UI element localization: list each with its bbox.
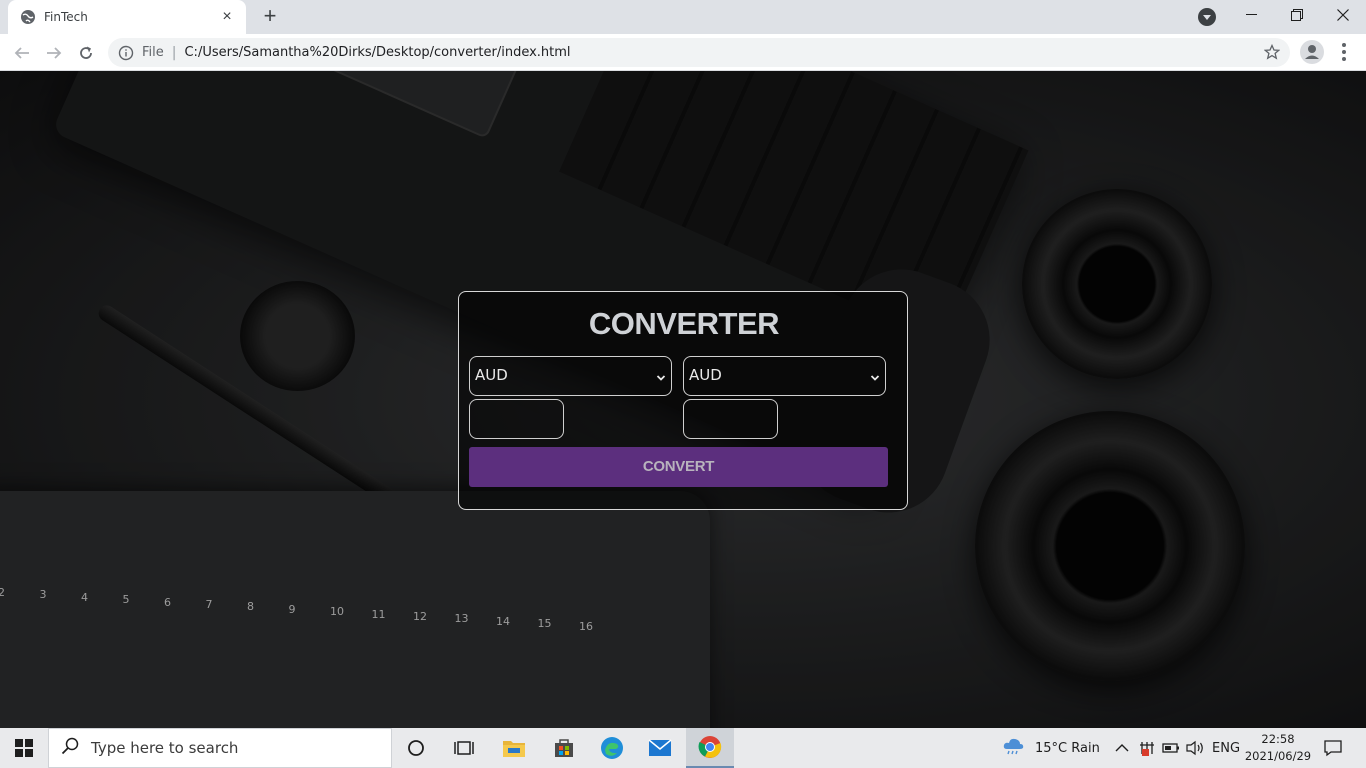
task-view-icon[interactable] xyxy=(440,728,488,768)
chrome-icon[interactable] xyxy=(686,728,734,768)
edge-icon[interactable] xyxy=(588,728,636,768)
show-hidden-icons-chevron-icon[interactable] xyxy=(1115,728,1129,768)
back-arrow-icon[interactable] xyxy=(9,40,35,66)
info-icon[interactable] xyxy=(118,45,134,61)
battery-icon[interactable] xyxy=(1162,728,1180,768)
weather-text: 15°C Rain xyxy=(1035,740,1100,756)
tab-search-icon[interactable] xyxy=(1198,8,1216,26)
new-tab-button[interactable]: + xyxy=(258,5,282,29)
taskbar-search-box[interactable]: Type here to search xyxy=(48,728,392,768)
search-icon xyxy=(61,737,79,760)
mail-icon[interactable] xyxy=(636,728,684,768)
address-url: C:/Users/Samantha%20Dirks/Desktop/conver… xyxy=(184,45,571,60)
profile-avatar-icon[interactable] xyxy=(1300,40,1324,64)
browser-toolbar: File | C:/Users/Samantha%20Dirks/Desktop… xyxy=(0,34,1366,71)
windows-taskbar: Type here to search 15°C Rain ENG 22:58 … xyxy=(0,728,1366,768)
taskbar-search-placeholder: Type here to search xyxy=(91,739,239,757)
notifications-icon[interactable] xyxy=(1324,728,1342,768)
reload-icon[interactable] xyxy=(73,40,99,66)
windows-start-icon[interactable] xyxy=(0,728,48,768)
to-amount-input[interactable] xyxy=(683,399,778,439)
from-currency-value: AUD xyxy=(475,366,508,384)
chevron-down-icon xyxy=(870,369,880,381)
tab-close-icon[interactable]: × xyxy=(218,8,236,26)
convert-button[interactable]: CONVERT xyxy=(469,447,888,487)
clock-date: 2021/06/29 xyxy=(1244,749,1312,763)
bookmark-star-icon[interactable] xyxy=(1263,43,1281,64)
browser-tabstrip: FinTech × + xyxy=(0,0,1366,34)
to-currency-value: AUD xyxy=(689,366,722,384)
volume-icon[interactable] xyxy=(1185,728,1205,768)
store-icon[interactable] xyxy=(540,728,588,768)
network-usb-icon[interactable] xyxy=(1138,728,1156,768)
to-currency-select[interactable]: AUD xyxy=(683,356,886,396)
minimize-icon[interactable] xyxy=(1228,0,1274,30)
from-currency-select[interactable]: AUD xyxy=(469,356,672,396)
forward-arrow-icon[interactable] xyxy=(41,40,67,66)
weather-widget[interactable]: 15°C Rain xyxy=(1002,728,1100,768)
converter-heading: CONVERTER xyxy=(588,306,780,341)
browser-tab[interactable]: FinTech × xyxy=(8,0,246,34)
globe-icon xyxy=(20,9,36,25)
browser-menu-icon[interactable] xyxy=(1336,40,1352,64)
address-scheme: File xyxy=(142,45,164,60)
window-close-icon[interactable] xyxy=(1320,0,1366,30)
address-separator: | xyxy=(171,44,177,61)
converter-card: CONVERTER AUD AUD CONVERT xyxy=(458,291,908,510)
tab-title: FinTech xyxy=(44,10,88,24)
cortana-icon[interactable] xyxy=(392,728,440,768)
file-explorer-icon[interactable] xyxy=(490,728,538,768)
page-viewport: 2 3 4 5 6 7 8 9 10 11 12 13 14 15 16 CONVERTER AUD AUD… xyxy=(0,71,1366,728)
taskbar-clock[interactable]: 22:58 2021/06/29 xyxy=(1244,731,1312,765)
language-indicator[interactable]: ENG xyxy=(1212,728,1240,768)
from-amount-input[interactable] xyxy=(469,399,564,439)
address-bar[interactable]: File | C:/Users/Samantha%20Dirks/Desktop… xyxy=(108,38,1290,67)
restore-icon[interactable] xyxy=(1274,0,1320,30)
chevron-down-icon xyxy=(656,369,666,381)
rain-cloud-icon xyxy=(1002,736,1026,760)
clock-time: 22:58 xyxy=(1261,732,1295,746)
